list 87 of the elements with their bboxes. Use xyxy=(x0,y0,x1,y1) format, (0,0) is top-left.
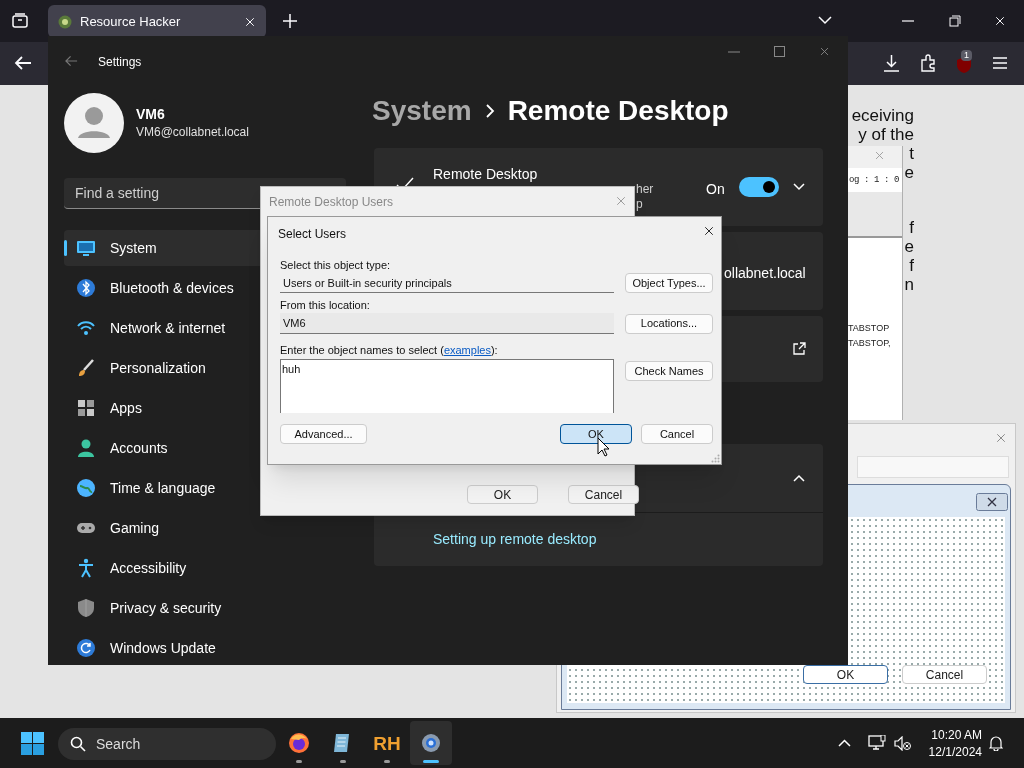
bell-icon[interactable] xyxy=(989,735,1003,751)
code-line: TABSTOP xyxy=(848,322,890,335)
text-fragment: y of the xyxy=(858,125,914,144)
button[interactable]: Advanced... xyxy=(280,424,367,444)
input-field[interactable]: huh xyxy=(280,359,614,413)
shield-icon xyxy=(76,598,96,618)
display-icon xyxy=(76,238,96,258)
search-icon xyxy=(70,736,86,752)
tab-title: Resource Hacker xyxy=(80,12,182,31)
external-link-icon[interactable] xyxy=(792,342,806,356)
person-icon xyxy=(76,438,96,458)
card-title: Remote Desktop xyxy=(433,165,538,184)
toggle-switch[interactable] xyxy=(739,177,779,197)
window-title: Settings xyxy=(98,54,142,71)
restore-icon[interactable] xyxy=(949,15,961,27)
taskbar-button[interactable] xyxy=(410,721,452,765)
windows-logo-icon[interactable] xyxy=(21,732,44,755)
button[interactable]: OK xyxy=(803,665,888,684)
badge: 1 xyxy=(961,50,972,61)
browser-icon xyxy=(287,731,311,755)
nav-item[interactable]: Gaming xyxy=(64,510,346,546)
nav-item[interactable]: Time & language xyxy=(64,470,346,506)
placeholder: Find a setting xyxy=(75,183,160,203)
tab-list-icon[interactable] xyxy=(11,12,29,30)
text-fragment: t xyxy=(909,144,914,163)
network-icon[interactable] xyxy=(868,735,886,751)
text-fragment: f xyxy=(909,256,914,275)
chevron-down-icon[interactable] xyxy=(818,15,832,25)
button[interactable]: Check Names xyxy=(625,361,713,381)
button[interactable]: OK xyxy=(560,424,632,444)
close-icon[interactable] xyxy=(703,225,715,237)
text-fragment: ollabnet.local xyxy=(724,264,806,283)
resize-grip-icon[interactable] xyxy=(711,454,720,463)
field-label: Enter the object names to select (examples): xyxy=(280,343,499,357)
chevron-up-icon[interactable] xyxy=(838,739,851,747)
mouse-cursor-icon xyxy=(597,437,610,457)
chevron-up-icon[interactable] xyxy=(793,474,805,482)
text-fragment: eceiving xyxy=(851,106,914,125)
field-label: From this location: xyxy=(280,298,371,312)
user-name: VM6 xyxy=(136,105,166,123)
button[interactable]: Cancel xyxy=(641,424,713,444)
speaker-muted-icon[interactable] xyxy=(894,736,911,751)
toggle-label: On xyxy=(706,180,725,199)
update-icon xyxy=(76,638,96,658)
nav-item[interactable]: Accessibility xyxy=(64,550,346,586)
apps-icon xyxy=(76,398,96,418)
user-email: VM6@collabnet.local xyxy=(136,124,249,141)
button[interactable]: Object Types... xyxy=(625,273,713,293)
code-line: TABSTOP, xyxy=(848,337,891,350)
chevron-right-icon xyxy=(483,104,496,118)
button[interactable]: Cancel xyxy=(902,665,987,684)
maximize-icon[interactable] xyxy=(774,46,785,57)
button[interactable]: Cancel xyxy=(568,485,639,504)
download-icon[interactable] xyxy=(883,54,900,72)
nav-item[interactable]: Privacy & security xyxy=(64,590,346,626)
browser-tab[interactable]: Resource Hacker xyxy=(48,5,266,38)
globe-icon xyxy=(76,478,96,498)
search-field[interactable]: Search xyxy=(58,728,276,760)
text-fragment: her xyxy=(636,182,654,197)
puzzle-piece-icon[interactable] xyxy=(920,54,937,72)
text-fragment: e xyxy=(904,163,914,182)
button[interactable]: OK xyxy=(467,485,538,504)
clock-time[interactable]: 10:20 AM xyxy=(931,727,982,744)
new-tab-icon[interactable] xyxy=(282,13,298,29)
text-fragment: f xyxy=(909,218,914,237)
wifi-icon xyxy=(76,318,96,338)
taskbar-button[interactable]: RH xyxy=(366,721,408,765)
close-tab-icon[interactable] xyxy=(244,15,256,28)
accessibility-icon xyxy=(76,558,96,578)
menu-icon[interactable] xyxy=(993,57,1007,69)
avatar xyxy=(64,93,124,153)
breadcrumb: Remote Desktop xyxy=(507,94,729,128)
nav-item[interactable]: Windows Update xyxy=(64,630,346,666)
placeholder: Search xyxy=(96,734,141,754)
tab-favicon-icon xyxy=(58,14,72,29)
close-box-icon xyxy=(976,493,1008,511)
text-fragment: n xyxy=(904,275,914,294)
text-fragment: p xyxy=(636,197,643,212)
bluetooth-icon xyxy=(76,278,96,298)
clock-date[interactable]: 12/1/2024 xyxy=(928,744,982,761)
text-fragment: e xyxy=(904,237,914,256)
dialog-label: og : 1 : 0 xyxy=(849,174,899,186)
breadcrumb[interactable]: System xyxy=(372,93,472,129)
brush-icon xyxy=(76,358,96,378)
chevron-down-icon[interactable] xyxy=(793,183,805,191)
button[interactable]: Locations... xyxy=(625,313,713,334)
link[interactable]: Setting up remote desktop xyxy=(433,529,597,550)
